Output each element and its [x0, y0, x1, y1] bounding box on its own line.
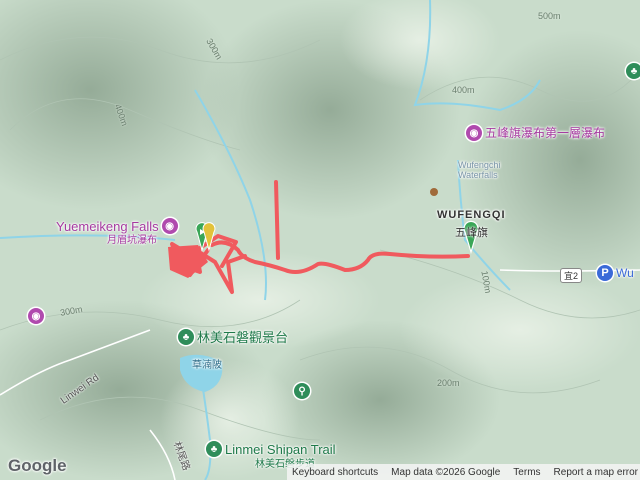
- map-canvas[interactable]: [0, 0, 640, 480]
- pond-label: 草湳陂: [192, 360, 222, 371]
- camera-icon: ◉: [466, 125, 482, 141]
- wufengqi-waterfall-faint-label: Wufengchi Waterfalls: [458, 160, 501, 180]
- parking-poi[interactable]: P Wu: [597, 265, 634, 281]
- linmei-trail-label: Linmei Shipan Trail: [225, 441, 336, 457]
- tree-icon: ♣: [178, 329, 194, 345]
- hiking-icon: ⚲: [294, 383, 310, 399]
- wufengqi-waterfall-label: 五峰旗瀑布第一層瀑布: [485, 125, 606, 140]
- yuemeikeng-falls-poi[interactable]: ◉ Yuemeikeng Falls: [56, 218, 178, 234]
- tree-icon: ♣: [206, 441, 222, 457]
- yuemeikeng-falls-label: Yuemeikeng Falls: [56, 218, 159, 234]
- linmei-trail-poi[interactable]: ♣ Linmei Shipan Trail: [206, 441, 336, 457]
- yuemeikeng-falls-zh-label: 月眉坑瀑布: [107, 235, 157, 246]
- parking-label: Wu: [616, 265, 634, 280]
- camera-icon: ◉: [161, 218, 178, 234]
- photo-spot-poi[interactable]: ◉: [28, 308, 44, 324]
- wufengqi-waterfall-poi[interactable]: ◉ 五峰旗瀑布第一層瀑布: [466, 125, 605, 141]
- town-zh-label: 五峰旗: [455, 227, 488, 239]
- keyboard-shortcuts-link[interactable]: Keyboard shortcuts: [292, 467, 378, 478]
- hiking-poi[interactable]: ⚲: [294, 383, 310, 399]
- map-data-text: Map data ©2026 Google: [391, 466, 501, 478]
- parking-icon: P: [597, 265, 613, 281]
- town-label: WUFENGQI: [437, 209, 506, 221]
- terms-link[interactable]: Terms: [513, 467, 540, 478]
- linmei-observation-label: 林美石磐觀景台: [197, 329, 289, 345]
- place-dot-icon: [430, 188, 438, 196]
- contour-label: 400m: [452, 85, 475, 95]
- google-logo: Google: [8, 456, 67, 475]
- contour-label: 500m: [538, 11, 561, 21]
- map-footer: Keyboard shortcuts Map data ©2026 Google…: [287, 464, 640, 480]
- tree-poi[interactable]: ♣: [626, 63, 640, 79]
- contour-label: 200m: [437, 378, 460, 388]
- camera-icon: ◉: [28, 308, 44, 324]
- report-error-link[interactable]: Report a map error: [554, 467, 638, 478]
- route-shield: 宜2: [560, 268, 583, 283]
- tree-icon: ♣: [626, 63, 640, 79]
- linmei-observation-poi[interactable]: ♣ 林美石磐觀景台: [178, 329, 288, 345]
